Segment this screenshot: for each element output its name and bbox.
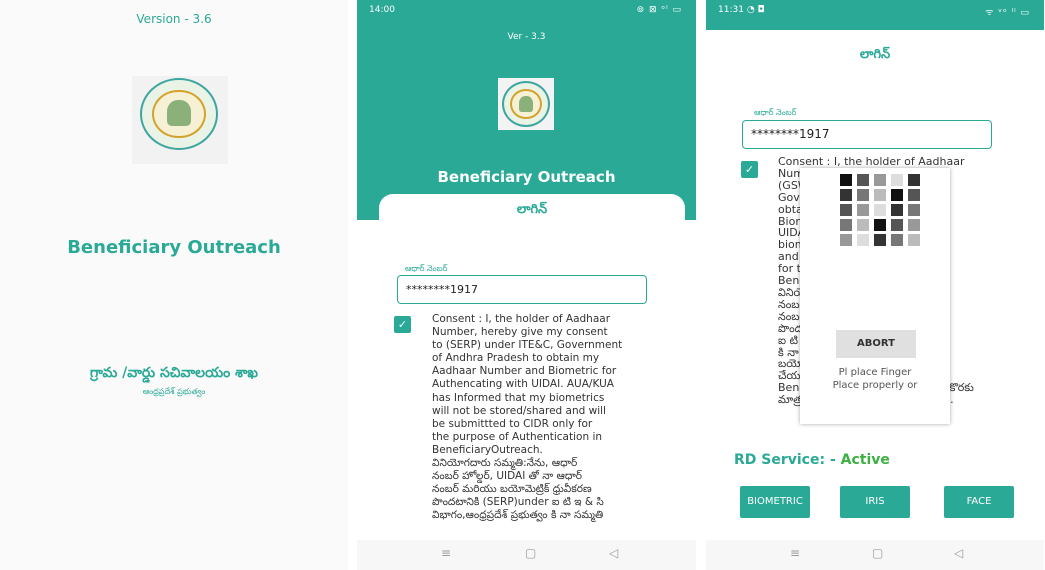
fingerprint-pixel	[874, 234, 886, 246]
government-name: ఆంధ్రప్రదేశ్ ప్రభుత్వం	[142, 387, 206, 396]
fingerprint-pixel	[874, 174, 886, 186]
fingerprint-pixel	[908, 219, 920, 231]
fingerprint-preview-icon	[840, 174, 930, 254]
fingerprint-pixel	[891, 219, 903, 231]
fingerprint-pixel	[908, 234, 920, 246]
rd-service-label: RD Service: -	[734, 452, 836, 468]
fingerprint-pixel	[908, 189, 920, 201]
status-time: 14:00	[369, 5, 395, 15]
fingerprint-pixel	[891, 189, 903, 201]
menu-icon[interactable]: ≡	[441, 546, 451, 560]
consent-checkbox[interactable]: ✓	[741, 161, 758, 178]
abort-button[interactable]: ABORT	[836, 330, 916, 358]
biometric-button[interactable]: BIOMETRIC	[740, 486, 810, 518]
fingerprint-capture-dialog: ABORT Pl place Finger Place properly or	[800, 168, 950, 424]
login-screen: 14:00 ⊚ ⊠ ᵒˡ ▭ Ver - 3.3 Beneficiary Out…	[357, 0, 696, 570]
capture-message: Pl place Finger Place properly or	[832, 367, 918, 391]
aadhaar-label: ఆధార్ నెంబర్	[405, 264, 448, 273]
version-label: Ver - 3.3	[507, 32, 546, 42]
splash-screen: Version - 3.6 Beneficiary Outreach గ్రామ…	[0, 0, 348, 570]
consent-checkbox[interactable]: ✓	[394, 316, 411, 333]
aadhaar-input[interactable]: ********1917	[397, 275, 647, 304]
emblem-seal-icon	[502, 81, 550, 127]
face-button[interactable]: FACE	[944, 486, 1014, 518]
app-title: Beneficiary Outreach	[437, 168, 616, 186]
fingerprint-pixel	[857, 174, 869, 186]
aadhaar-label: ఆధార్ నెంబర్	[754, 108, 797, 117]
menu-icon[interactable]: ≡	[790, 546, 800, 560]
status-icons: ᯤ ᵛᵒ ˡˡ ▭	[985, 8, 1030, 18]
rd-service-status: RD Service: - Active	[734, 452, 890, 468]
fingerprint-pixel	[840, 204, 852, 216]
emblem-seal-icon	[140, 78, 218, 150]
home-icon[interactable]: ▢	[872, 546, 883, 560]
check-icon: ✓	[397, 318, 408, 331]
fingerprint-pixel	[840, 174, 852, 186]
fingerprint-pixel	[891, 174, 903, 186]
fingerprint-pixel	[857, 189, 869, 201]
capture-screen: 11:31 ◔ ◘ ᯤ ᵛᵒ ˡˡ ▭ లాగిన్ ఆధార్ నెంబర్ …	[706, 0, 1044, 570]
check-icon: ✓	[744, 163, 755, 176]
fingerprint-pixel	[840, 234, 852, 246]
back-icon[interactable]: ◁	[954, 546, 963, 560]
department-name: గ్రామ /వార్డు సచివాలయం శాఖ	[90, 365, 258, 381]
fingerprint-pixel	[857, 219, 869, 231]
status-icons: ⊚ ⊠ ᵒˡ ▭	[636, 5, 682, 15]
aadhaar-input[interactable]: ********1917	[742, 120, 992, 149]
fingerprint-pixel	[840, 189, 852, 201]
fingerprint-pixel	[840, 219, 852, 231]
version-label: Version - 3.6	[136, 12, 212, 26]
fingerprint-pixel	[908, 204, 920, 216]
back-icon[interactable]: ◁	[609, 546, 618, 560]
fingerprint-pixel	[857, 234, 869, 246]
status-icons-left: ◔ ◘	[746, 5, 765, 15]
home-icon[interactable]: ▢	[525, 546, 536, 560]
system-nav-bar: ≡ ▢ ◁	[357, 540, 696, 570]
status-bar: 14:00 ⊚ ⊠ ᵒˡ ▭	[357, 0, 696, 22]
consent-text: Consent : I, the holder of Aadhaar Numbe…	[432, 313, 623, 522]
fingerprint-pixel	[874, 204, 886, 216]
app-title: Beneficiary Outreach	[67, 237, 281, 258]
login-title: లాగిన్	[859, 47, 891, 62]
status-time: 11:31 ◔ ◘	[718, 5, 765, 15]
fingerprint-pixel	[891, 204, 903, 216]
fingerprint-pixel	[857, 204, 869, 216]
government-emblem	[132, 76, 228, 164]
status-bar: 11:31 ◔ ◘ ᯤ ᵛᵒ ˡˡ ▭	[706, 0, 1044, 22]
rd-service-value: Active	[840, 452, 890, 468]
fingerprint-pixel	[874, 189, 886, 201]
fingerprint-pixel	[908, 174, 920, 186]
fingerprint-pixel	[891, 234, 903, 246]
fingerprint-pixel	[874, 219, 886, 231]
government-emblem	[498, 78, 554, 130]
system-nav-bar: ≡ ▢ ◁	[706, 540, 1044, 570]
login-title: లాగిన్	[516, 202, 548, 217]
iris-button[interactable]: IRIS	[840, 486, 910, 518]
